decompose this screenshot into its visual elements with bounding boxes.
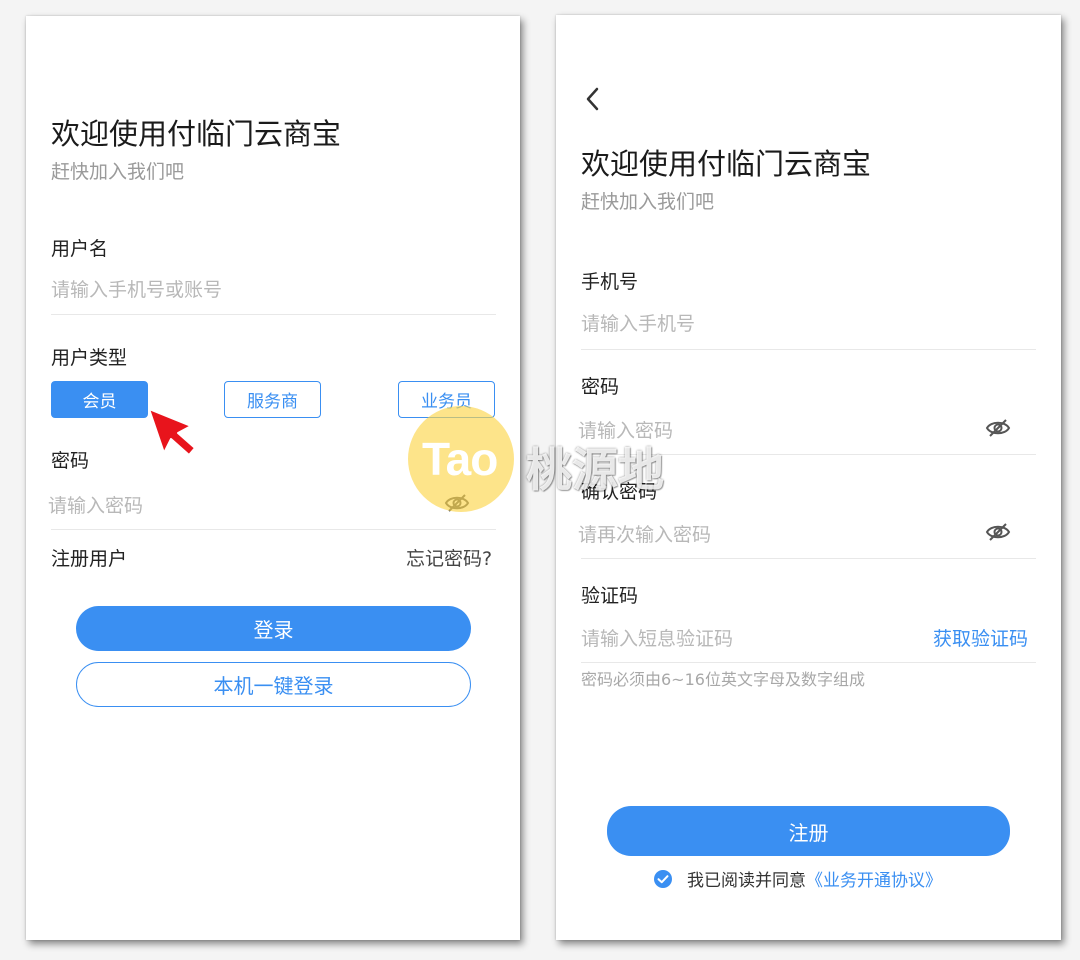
agreement-link[interactable]: 《业务开通协议》 [806,866,942,891]
forgot-password-link[interactable]: 忘记密码? [406,544,492,571]
agreement-text: 我已阅读并同意 [687,871,806,891]
confirm-password-label: 确认密码 [581,481,658,503]
agreement-row: 我已阅读并同意 《业务开通协议》 [654,866,942,891]
eye-closed-icon[interactable] [985,521,1011,543]
check-circle-icon[interactable] [654,869,672,888]
divider [581,349,1036,350]
register-screen: 欢迎使用付临门云商宝 赶快加入我们吧 手机号 请输入手机号 密码 请输入密码 确… [556,15,1061,940]
login-button[interactable]: 登录 [76,606,471,651]
page-title: 欢迎使用付临门云商宝 [581,147,872,181]
username-label: 用户名 [51,238,109,260]
divider [581,662,1036,663]
register-user-link[interactable]: 注册用户 [51,544,127,571]
divider [581,454,1036,455]
pointer-arrow-icon [148,408,196,456]
user-type-salesman-button[interactable]: 业务员 [398,381,495,418]
page-subtitle: 赶快加入我们吧 [51,161,185,183]
user-type-label: 用户类型 [51,347,128,369]
password-input[interactable]: 请输入密码 [578,416,673,443]
page-title: 欢迎使用付临门云商宝 [51,117,342,151]
password-input[interactable]: 请输入密码 [48,491,143,518]
phone-label: 手机号 [581,271,639,293]
register-button[interactable]: 注册 [607,806,1010,856]
password-hint: 密码必须由6~16位英文字母及数字组成 [581,670,865,689]
eye-closed-icon[interactable] [444,492,470,514]
username-input[interactable]: 请输入手机号或账号 [51,275,222,302]
password-label: 密码 [51,450,90,472]
divider [51,529,496,530]
divider [51,314,496,315]
user-type-provider-button[interactable]: 服务商 [224,381,321,418]
code-input[interactable]: 请输入短息验证码 [581,624,733,651]
page-subtitle: 赶快加入我们吧 [581,191,715,213]
code-label: 验证码 [581,585,639,607]
get-code-button[interactable]: 获取验证码 [933,624,1028,651]
eye-closed-icon[interactable] [985,417,1011,439]
password-label: 密码 [581,376,620,398]
one-click-login-button[interactable]: 本机一键登录 [76,662,471,707]
confirm-password-input[interactable]: 请再次输入密码 [578,520,711,547]
login-screen: 欢迎使用付临门云商宝 赶快加入我们吧 用户名 请输入手机号或账号 用户类型 会员… [26,16,520,940]
user-type-member-button[interactable]: 会员 [51,381,148,418]
back-arrow-icon[interactable] [584,86,602,112]
phone-input[interactable]: 请输入手机号 [581,309,695,336]
divider [581,558,1036,559]
